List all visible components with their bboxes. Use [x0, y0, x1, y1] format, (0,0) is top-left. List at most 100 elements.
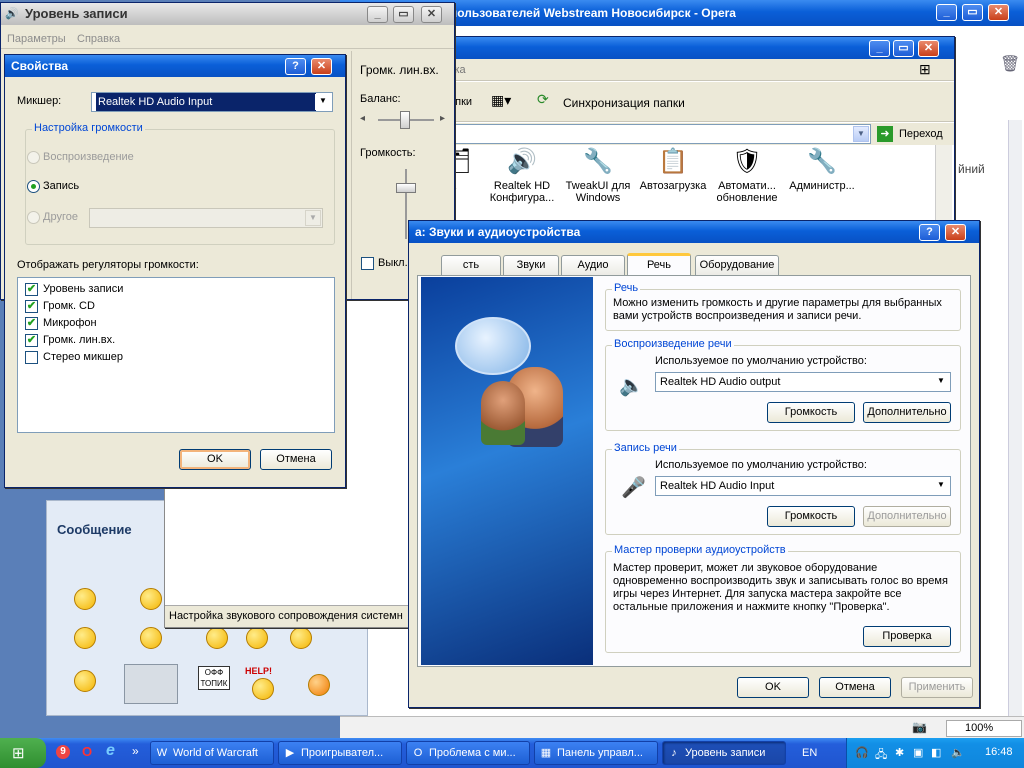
playback-device-select[interactable]: Realtek HD Audio output ▼ — [655, 372, 951, 392]
smiley-icon[interactable] — [206, 627, 228, 649]
cp-icon-item[interactable]: 🔊 Realtek HD Конфигура... — [484, 146, 560, 204]
start-button[interactable]: ⊞ — [0, 738, 46, 768]
cancel-button[interactable]: Отмена — [260, 449, 332, 470]
go-arrow-icon[interactable]: ➜ — [877, 126, 893, 142]
tab-audio[interactable]: Аудио — [561, 255, 625, 275]
help-sign[interactable]: HELP! — [245, 666, 272, 676]
record-device-select[interactable]: Realtek HD Audio Input ▼ — [655, 476, 951, 496]
balance-thumb[interactable] — [400, 111, 410, 129]
cancel-button[interactable]: Отмена — [819, 677, 891, 698]
close-button[interactable]: ✕ — [311, 58, 332, 75]
cp-icon-label: TweakUI для Windows — [565, 180, 631, 204]
chevron-down-icon[interactable]: ▼ — [853, 126, 869, 142]
control-checkbox[interactable]: ✔ — [25, 283, 38, 296]
network-icon[interactable]: 🖧 — [875, 746, 887, 765]
mixer-select[interactable]: Realtek HD Audio Input ▼ — [91, 92, 333, 112]
taskbar-button[interactable]: O Проблема с ми... — [406, 741, 530, 765]
tray-app-icon[interactable]: ◧ — [931, 746, 941, 759]
cp-icon-item[interactable]: 🛡 Автомати... обновление — [710, 146, 784, 204]
cp-minimize-button[interactable]: _ — [869, 40, 890, 57]
record-volume-button[interactable]: Громкость — [767, 506, 855, 527]
help-button[interactable]: ? — [919, 224, 940, 241]
quick-launch-icon[interactable]: O — [82, 744, 92, 759]
cp-maximize-button[interactable]: ▭ — [893, 40, 914, 57]
taskbar-button[interactable]: ▶ Проигрывател... — [278, 741, 402, 765]
control-checkbox[interactable]: ✔ — [25, 317, 38, 330]
other-device-select[interactable]: ▼ — [89, 208, 323, 228]
smiley-icon[interactable] — [290, 627, 312, 649]
computer-desk-smiley-icon[interactable] — [124, 664, 178, 704]
chevron-down-icon[interactable]: ▼ — [305, 210, 321, 226]
mute-checkbox[interactable] — [361, 257, 374, 270]
taskbar-button[interactable]: W World of Warcraft — [150, 741, 274, 765]
opera-close-button[interactable]: ✕ — [988, 4, 1009, 21]
views-icon[interactable]: ▦▾ — [491, 92, 511, 109]
address-combo[interactable]: ▼ — [411, 124, 871, 144]
smiley-icon[interactable] — [252, 678, 274, 700]
control-checkbox[interactable]: ✔ — [25, 300, 38, 313]
sync-icon[interactable]: ⟳ — [537, 91, 549, 108]
cp-icon-item[interactable]: 📋 Автозагрузка — [634, 146, 712, 192]
rec-close-button[interactable]: ✕ — [421, 6, 442, 23]
headset-icon[interactable]: 🎧 — [855, 746, 869, 759]
volume-tray-icon[interactable]: 🔈 — [951, 746, 965, 759]
smiley-icon[interactable] — [74, 627, 96, 649]
offtopic-sign[interactable]: ОФФ ТОПИК — [198, 666, 230, 690]
taskbar-button[interactable]: ♪ Уровень записи — [662, 741, 786, 765]
apply-button[interactable]: Применить — [901, 677, 973, 698]
tab-hardware[interactable]: Оборудование — [695, 255, 779, 275]
smiley-icon[interactable] — [246, 627, 268, 649]
chevron-down-icon[interactable]: ▼ — [933, 478, 949, 494]
cp-close-button[interactable]: ✕ — [918, 40, 939, 57]
tray-app-icon[interactable]: ▣ — [913, 746, 923, 759]
chevron-down-icon[interactable]: ▼ — [315, 94, 331, 110]
tab-sounds[interactable]: Звуки — [503, 255, 559, 275]
radio-record[interactable] — [27, 180, 40, 193]
smiley-icon[interactable] — [74, 670, 96, 692]
control-checkbox[interactable]: ✔ — [25, 334, 38, 347]
record-advanced-button[interactable]: Дополнительно — [863, 506, 951, 527]
camera-icon[interactable]: 📷 — [912, 720, 927, 734]
tab-volume[interactable]: сть — [441, 255, 501, 275]
radio-playback[interactable] — [27, 151, 40, 164]
ok-button[interactable]: OK — [179, 449, 251, 470]
cp-icon-item[interactable]: 🔧 Администр... — [784, 146, 860, 192]
volume-slider-track[interactable] — [405, 169, 407, 239]
antivirus-icon[interactable]: ✱ — [895, 746, 904, 759]
opera-minimize-button[interactable]: _ — [936, 4, 957, 21]
radio-other[interactable] — [27, 211, 40, 224]
quick-launch-icon[interactable]: 9 — [56, 745, 70, 759]
smiley-icon[interactable] — [308, 674, 330, 696]
zoom-control[interactable]: 100% — [946, 720, 1022, 737]
ok-button[interactable]: OK — [737, 677, 809, 698]
opera-restore-button[interactable]: ▭ — [962, 4, 983, 21]
control-checkbox[interactable] — [25, 351, 38, 364]
smiley-icon[interactable] — [140, 627, 162, 649]
sync-folder-button[interactable]: Синхронизация папки — [563, 96, 685, 110]
language-indicator[interactable]: EN — [802, 747, 817, 759]
clock[interactable]: 16:48 — [985, 746, 1013, 758]
smiley-icon[interactable] — [140, 588, 162, 610]
trash-icon[interactable]: 🗑 — [1000, 54, 1020, 74]
taskbar-button[interactable]: ▦ Панель управл... — [534, 741, 658, 765]
cp-scrollbar[interactable] — [935, 145, 952, 225]
check-button[interactable]: Проверка — [863, 626, 951, 647]
tab-speech[interactable]: Речь — [627, 253, 691, 276]
opera-scrollbar[interactable] — [1008, 120, 1022, 720]
smiley-icon[interactable] — [74, 588, 96, 610]
close-button[interactable]: ✕ — [945, 224, 966, 241]
help-button[interactable]: ? — [285, 58, 306, 75]
volume-slider-thumb[interactable] — [396, 183, 416, 193]
rec-minimize-button[interactable]: _ — [367, 6, 388, 23]
chevron-down-icon[interactable]: ▼ — [933, 374, 949, 390]
menu-options[interactable]: Параметры — [7, 33, 66, 45]
menu-help[interactable]: Справка — [77, 33, 120, 45]
playback-advanced-button[interactable]: Дополнительно — [863, 402, 951, 423]
playback-volume-button[interactable]: Громкость — [767, 402, 855, 423]
rec-maximize-button[interactable]: ▭ — [393, 6, 414, 23]
go-button[interactable]: Переход — [899, 128, 943, 140]
quick-launch-more[interactable]: » — [132, 744, 139, 758]
quick-launch-icon[interactable]: e — [106, 742, 115, 760]
cp-icon-item[interactable]: 🔧 TweakUI для Windows — [560, 146, 636, 204]
cp-icon-label: Администр... — [789, 180, 855, 192]
